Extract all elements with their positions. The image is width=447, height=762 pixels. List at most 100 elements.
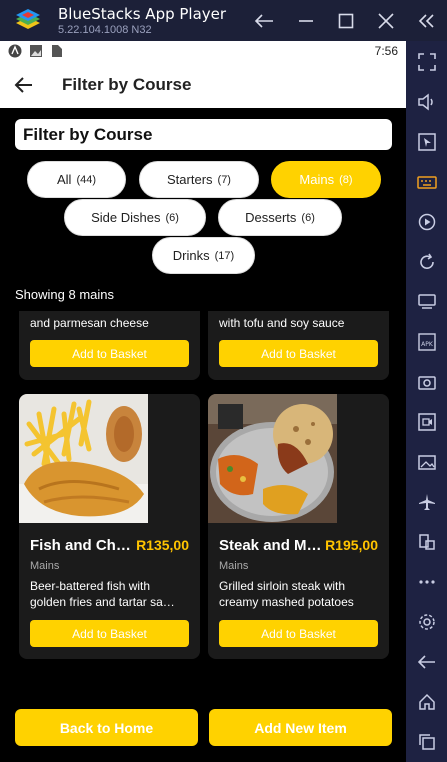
apk-icon: APK bbox=[417, 332, 436, 351]
add-new-item-button[interactable]: Add New Item bbox=[209, 709, 392, 746]
card-price: R195,00 bbox=[325, 537, 378, 553]
close-icon bbox=[378, 13, 394, 29]
performance-button[interactable] bbox=[414, 289, 439, 314]
steak-platter-photo bbox=[208, 394, 337, 523]
chip-count: (6) bbox=[301, 211, 315, 224]
card-price: R135,00 bbox=[136, 537, 189, 553]
macro-button[interactable] bbox=[414, 209, 439, 234]
app-bar: Filter by Course bbox=[0, 62, 406, 108]
chip-mains[interactable]: Mains (8) bbox=[271, 161, 381, 198]
keyboard-icon bbox=[416, 175, 437, 189]
chip-all[interactable]: All (44) bbox=[27, 161, 126, 198]
results-count: Showing 8 mains bbox=[15, 287, 114, 302]
filter-heading: Filter by Course bbox=[15, 119, 392, 150]
image-notification-icon bbox=[30, 45, 42, 57]
menu-card: and parmesan cheese Add to Basket bbox=[19, 311, 200, 380]
chip-label: Side Dishes bbox=[91, 210, 161, 225]
status-time: 7:56 bbox=[374, 44, 398, 58]
instances-icon bbox=[418, 533, 435, 550]
window-back-button[interactable] bbox=[251, 8, 277, 34]
chip-side-dishes[interactable]: Side Dishes (6) bbox=[64, 199, 206, 236]
svg-text:APK: APK bbox=[421, 341, 434, 348]
menu-card[interactable]: Steak and M… R195,00 Mains Grilled sirlo… bbox=[208, 394, 389, 659]
arrow-back-icon bbox=[14, 77, 32, 93]
window-maximize-button[interactable] bbox=[333, 8, 359, 34]
chip-count: (44) bbox=[76, 173, 96, 186]
file-notification-icon bbox=[52, 45, 62, 57]
settings-button[interactable] bbox=[414, 609, 439, 634]
chip-label: Mains bbox=[299, 172, 335, 187]
chip-starters[interactable]: Starters (7) bbox=[139, 161, 259, 198]
add-to-basket-button[interactable]: Add to Basket bbox=[30, 620, 189, 647]
fish-and-chips-photo bbox=[19, 394, 148, 523]
menu-card[interactable]: Fish and Chi… R135,00 Mains Beer-battere… bbox=[19, 394, 200, 659]
chip-desserts[interactable]: Desserts (6) bbox=[218, 199, 342, 236]
install-apk-button[interactable]: APK bbox=[414, 329, 439, 354]
fullscreen-icon bbox=[417, 52, 436, 71]
cursor-icon bbox=[417, 132, 436, 151]
app-notification-icon bbox=[8, 44, 22, 58]
multi-instance-button[interactable] bbox=[414, 529, 439, 554]
recents-icon bbox=[418, 733, 435, 750]
gear-icon bbox=[418, 613, 435, 630]
back-to-home-button[interactable]: Back to Home bbox=[15, 709, 198, 746]
add-to-basket-button[interactable]: Add to Basket bbox=[219, 340, 378, 367]
fullscreen-button[interactable] bbox=[414, 49, 439, 74]
card-description: with tofu and soy sauce bbox=[219, 316, 345, 330]
card-description-line2: golden fries and tartar sa… bbox=[30, 595, 175, 609]
airplane-mode-button[interactable] bbox=[414, 489, 439, 514]
back-button[interactable] bbox=[12, 73, 38, 97]
card-description: and parmesan cheese bbox=[30, 316, 149, 330]
android-recents-button[interactable] bbox=[414, 729, 439, 754]
chip-count: (6) bbox=[165, 211, 179, 224]
window-close-button[interactable] bbox=[373, 8, 399, 34]
add-to-basket-button[interactable]: Add to Basket bbox=[30, 340, 189, 367]
card-title: Steak and M… bbox=[219, 537, 322, 554]
keyboard-mapping-button[interactable] bbox=[414, 169, 439, 194]
maximize-icon bbox=[338, 13, 354, 29]
more-options-button[interactable] bbox=[414, 569, 439, 594]
bluestacks-sidebar: APK bbox=[406, 41, 447, 762]
play-circle-icon bbox=[418, 213, 435, 230]
bluestacks-logo-icon bbox=[13, 9, 43, 33]
more-dots-icon bbox=[418, 579, 435, 584]
card-description-line1: Grilled sirloin steak with bbox=[219, 579, 346, 593]
chip-label: Drinks bbox=[172, 248, 210, 263]
arrow-left-icon bbox=[417, 654, 435, 669]
add-to-basket-button[interactable]: Add to Basket bbox=[219, 620, 378, 647]
media-manager-button[interactable] bbox=[414, 449, 439, 474]
chip-count: (7) bbox=[217, 173, 231, 186]
chip-label: All bbox=[56, 172, 72, 187]
camera-icon bbox=[417, 375, 436, 390]
home-icon bbox=[418, 693, 435, 710]
pointer-button[interactable] bbox=[414, 129, 439, 154]
card-title: Fish and Chi… bbox=[30, 537, 134, 554]
gallery-icon bbox=[417, 454, 436, 470]
sync-button[interactable] bbox=[414, 249, 439, 274]
window-version: 5.22.104.1008 N32 bbox=[58, 24, 152, 36]
chip-label: Desserts bbox=[245, 210, 297, 225]
android-screen: 7:56 Filter by Course Filter by Course A… bbox=[0, 41, 406, 762]
refresh-icon bbox=[419, 253, 434, 269]
chip-count: (8) bbox=[339, 173, 353, 186]
android-back-button[interactable] bbox=[414, 649, 439, 674]
video-record-icon bbox=[417, 412, 436, 431]
chip-label: Starters bbox=[167, 172, 213, 187]
record-button[interactable] bbox=[414, 409, 439, 434]
window-minimize-button[interactable] bbox=[293, 8, 319, 34]
arrow-left-icon bbox=[254, 14, 273, 28]
page-title: Filter by Course bbox=[62, 75, 192, 94]
volume-button[interactable] bbox=[414, 89, 439, 114]
minimize-icon bbox=[299, 20, 313, 22]
screenshot-button[interactable] bbox=[414, 369, 439, 394]
card-category: Mains bbox=[30, 560, 60, 572]
menu-grid[interactable]: and parmesan cheese Add to Basket with t… bbox=[0, 311, 406, 691]
menu-card: with tofu and soy sauce Add to Basket bbox=[208, 311, 389, 380]
card-description-line1: Beer-battered fish with bbox=[30, 579, 151, 593]
chip-drinks[interactable]: Drinks (17) bbox=[152, 237, 255, 274]
status-bar: 7:56 bbox=[0, 41, 406, 62]
window-collapse-sidebar-button[interactable] bbox=[413, 8, 439, 34]
card-category: Mains bbox=[219, 560, 249, 572]
android-home-button[interactable] bbox=[414, 689, 439, 714]
card-description-line2: creamy mashed potatoes bbox=[219, 595, 354, 609]
